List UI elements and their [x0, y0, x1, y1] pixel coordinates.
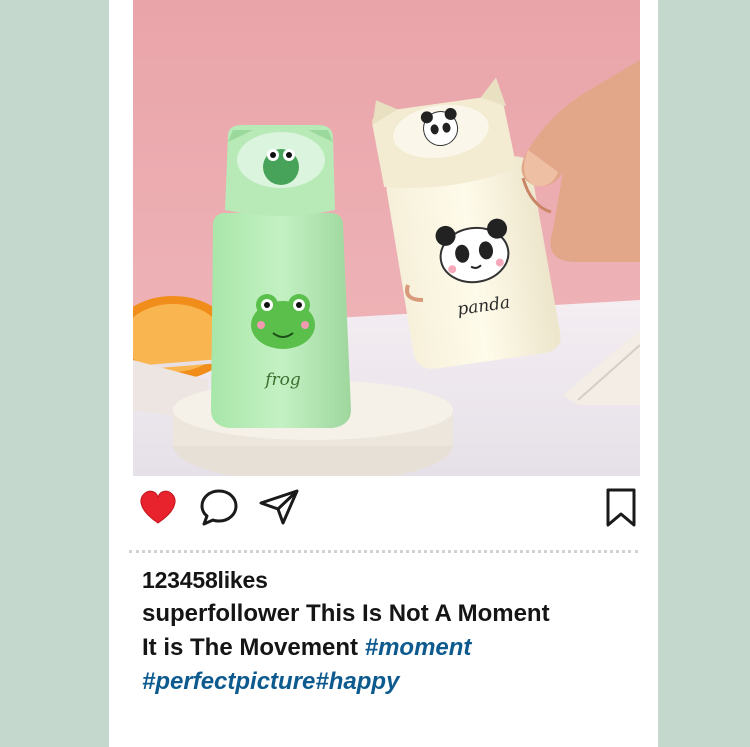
caption-line2: It is The Movement: [142, 634, 359, 661]
post-photo[interactable]: frog panda: [133, 0, 640, 476]
comment-bubble-icon[interactable]: [197, 485, 241, 529]
likes-count[interactable]: 123458likes: [142, 563, 642, 597]
post-card: frog panda 123458likes superfollower Thi…: [109, 0, 658, 747]
bottles-photo: frog panda: [133, 0, 640, 476]
action-bar: [133, 485, 640, 535]
bookmark-icon[interactable]: [599, 485, 643, 529]
paper-plane-icon[interactable]: [257, 485, 301, 529]
username[interactable]: superfollower: [142, 600, 299, 627]
frog-bottle: frog: [211, 125, 351, 428]
hashtag-perfectpicture[interactable]: #perfectpicture: [142, 668, 315, 695]
divider: [129, 550, 638, 553]
caption-line1: This Is Not A Moment: [306, 600, 550, 627]
hashtag-moment[interactable]: #moment: [365, 634, 472, 661]
hashtag-happy[interactable]: #happy: [315, 668, 399, 695]
svg-text:frog: frog: [263, 370, 301, 390]
post-caption: 123458likes superfollower This Is Not A …: [142, 563, 642, 699]
heart-icon[interactable]: [136, 485, 180, 529]
